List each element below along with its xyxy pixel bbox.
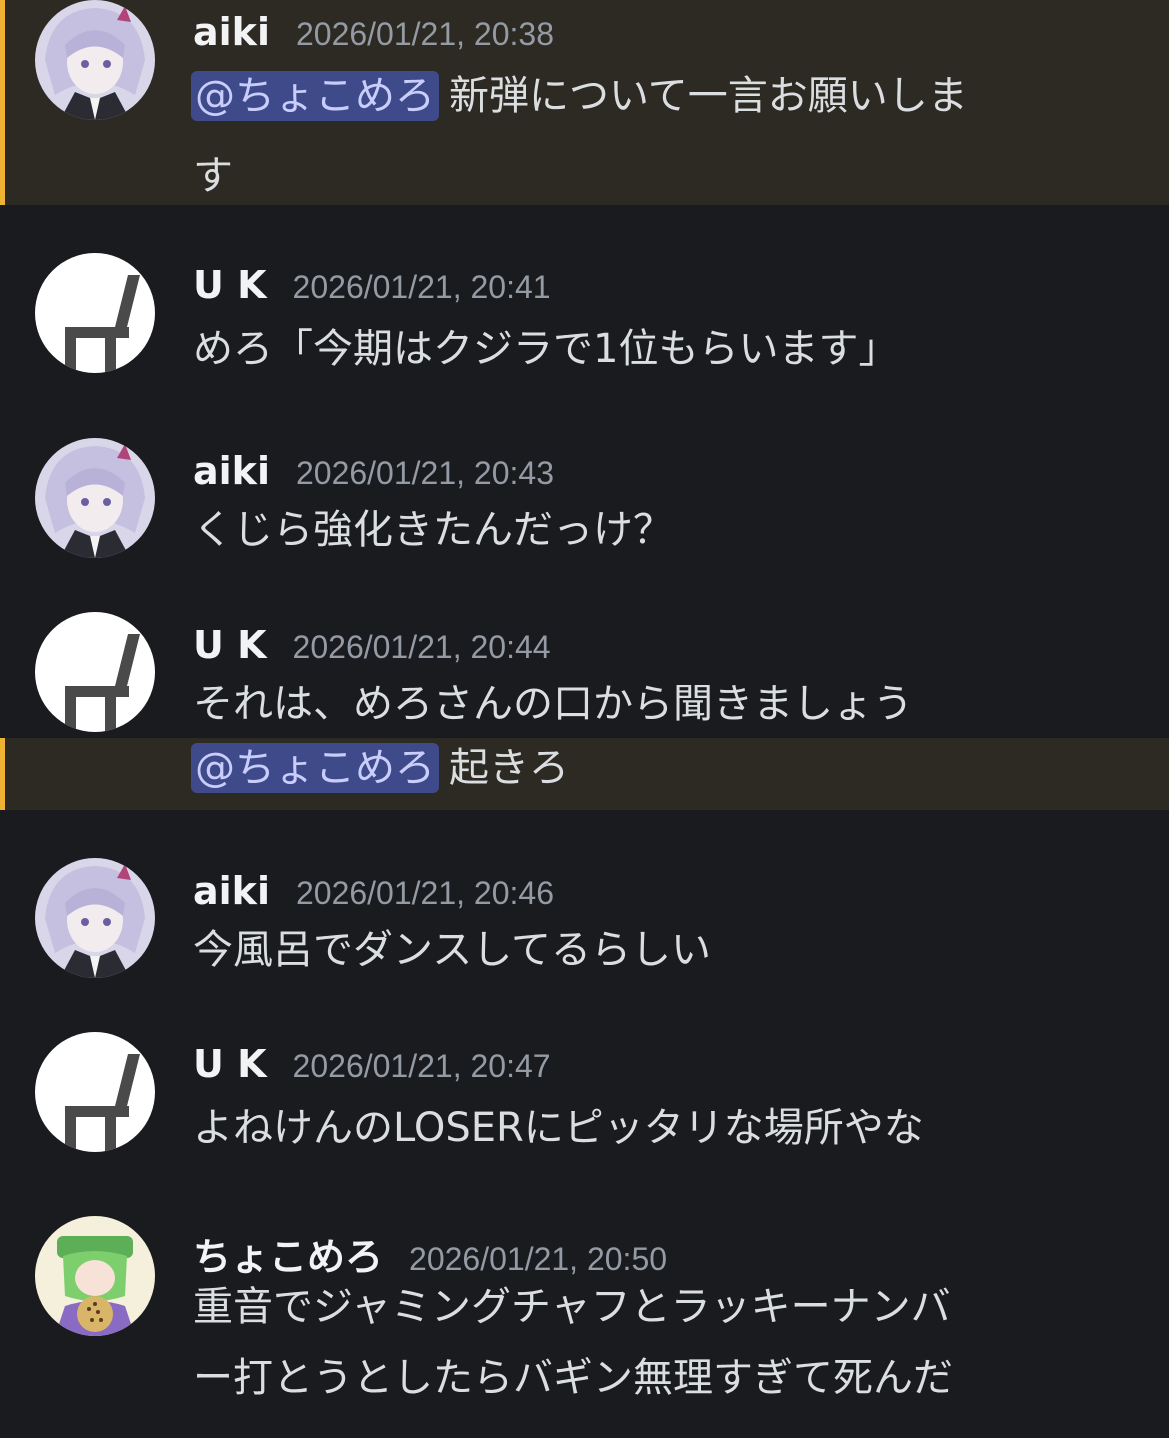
- message-text: す: [193, 148, 233, 204]
- message-text: それは、めろさんの口から聞きましょう: [193, 676, 913, 732]
- username[interactable]: U K: [193, 623, 267, 667]
- timestamp: 2026/01/21, 20:44: [292, 629, 551, 665]
- message-text: ー打とうとしたらバギン無理すぎて死んだ: [193, 1350, 953, 1406]
- chair-avatar-icon[interactable]: [35, 1032, 155, 1152]
- message-text-content: ー打とうとしたらバギン無理すぎて死んだ: [193, 1355, 953, 1401]
- anime-girl-avatar-icon[interactable]: [35, 0, 155, 120]
- message-text-content: くじら強化きたんだっけ？: [193, 507, 673, 553]
- message-text-content: 重音でジャミングチャフとラッキーナンバ: [193, 1284, 951, 1330]
- message-text: @ちょこめろ 新弾について一言お願いしま: [191, 68, 968, 124]
- user-mention[interactable]: @ちょこめろ: [191, 743, 439, 793]
- mention-highlight-band: [0, 738, 1169, 810]
- username[interactable]: aiki: [193, 869, 270, 913]
- timestamp: 2026/01/21, 20:50: [409, 1241, 668, 1277]
- message-text: めろ「今期はクジラで1位もらいます」: [193, 321, 898, 377]
- message-text-content: めろ「今期はクジラで1位もらいます」: [193, 326, 899, 372]
- timestamp: 2026/01/21, 20:43: [295, 455, 554, 491]
- user-mention[interactable]: @ちょこめろ: [191, 71, 439, 121]
- username[interactable]: aiki: [193, 449, 270, 493]
- message-text-content: す: [193, 153, 233, 199]
- anime-girl-avatar-icon[interactable]: [35, 858, 155, 978]
- timestamp: 2026/01/21, 20:41: [292, 269, 551, 305]
- chair-avatar-icon[interactable]: [35, 612, 155, 732]
- message-text-content: 今風呂でダンスしてるらしい: [193, 927, 711, 973]
- username[interactable]: U K: [193, 263, 267, 307]
- green-character-avatar-icon[interactable]: [35, 1216, 155, 1336]
- timestamp: 2026/01/21, 20:38: [295, 16, 554, 52]
- message-text: 今風呂でダンスしてるらしい: [193, 922, 711, 978]
- message-text: 重音でジャミングチャフとラッキーナンバ: [193, 1279, 951, 1335]
- username[interactable]: U K: [193, 1042, 267, 1086]
- chair-avatar-icon[interactable]: [35, 253, 155, 373]
- message-text-content: それは、めろさんの口から聞きましょう: [193, 681, 913, 727]
- anime-girl-avatar-icon[interactable]: [35, 438, 155, 558]
- message-text: くじら強化きたんだっけ？: [193, 502, 673, 558]
- message-text-content: 新弾について一言お願いしま: [449, 73, 968, 119]
- message-text: @ちょこめろ 起きろ: [191, 740, 569, 796]
- message-text-content: 起きろ: [449, 745, 569, 791]
- message-text-content: よねけんのLOSERにピッタリな場所やな: [193, 1105, 924, 1151]
- username[interactable]: aiki: [193, 10, 270, 54]
- timestamp: 2026/01/21, 20:46: [295, 875, 554, 911]
- username[interactable]: ちょこめろ: [193, 1226, 383, 1281]
- timestamp: 2026/01/21, 20:47: [292, 1048, 551, 1084]
- message-text: よねけんのLOSERにピッタリな場所やな: [193, 1100, 924, 1156]
